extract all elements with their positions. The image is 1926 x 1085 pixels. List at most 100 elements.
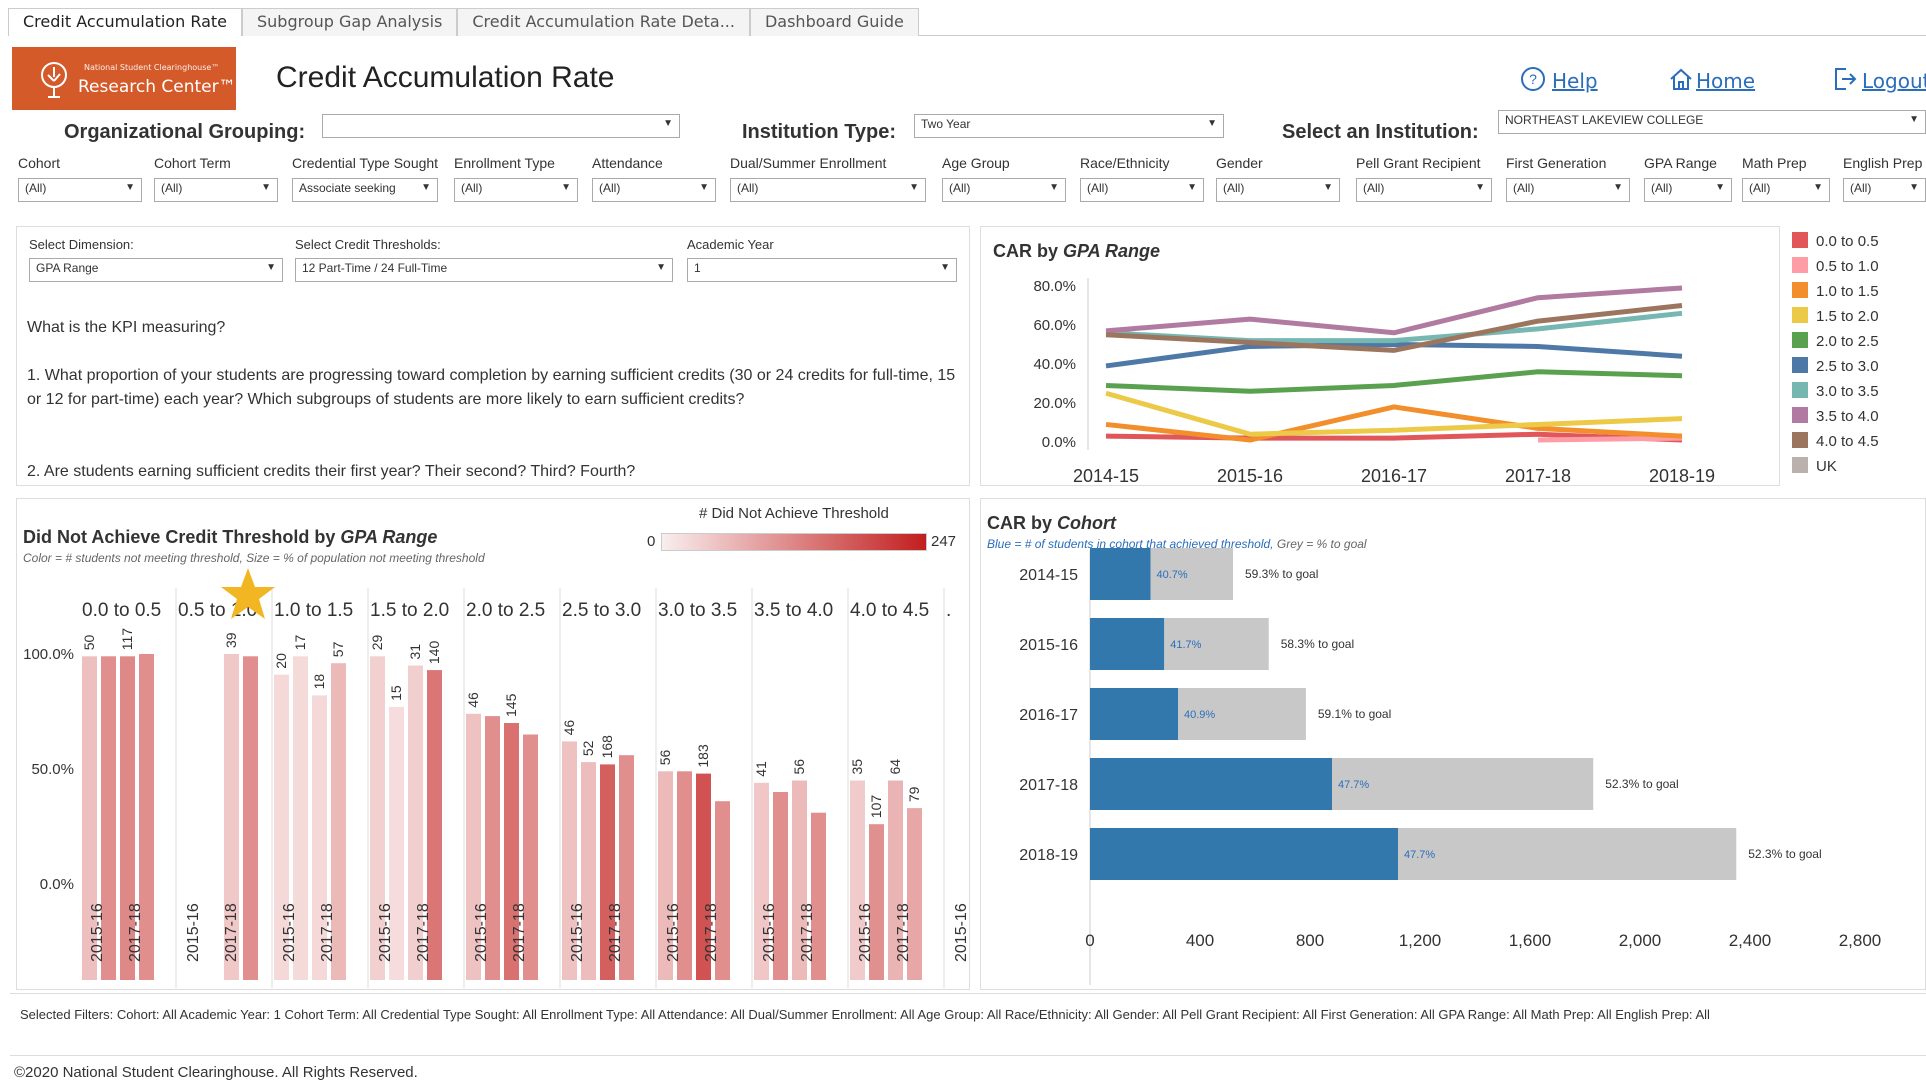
dimension-select[interactable]: GPA Range ▼ (29, 258, 283, 282)
legend-swatch (1792, 282, 1808, 298)
filter-label-12: Math Prep (1742, 155, 1807, 171)
achieved-bar[interactable] (1090, 688, 1178, 740)
filter-select-8[interactable]: (All) ▼ (1216, 178, 1340, 202)
filter-select-7[interactable]: (All) ▼ (1080, 178, 1204, 202)
svg-text:?: ? (1529, 71, 1537, 87)
filter-select-1[interactable]: (All) ▼ (154, 178, 278, 202)
y-tick-label: 50.0% (31, 761, 74, 778)
bar[interactable] (243, 656, 258, 980)
org-grouping-select[interactable]: ▼ (322, 114, 680, 138)
category-label: 2016-17 (1019, 707, 1078, 724)
legend-item[interactable]: 2.5 to 3.0 (1792, 357, 1879, 375)
goal-bar[interactable] (1398, 828, 1737, 880)
series-line[interactable] (1537, 435, 1683, 443)
bar-data-label: 64 (887, 759, 903, 775)
goal-label: 52.3% to goal (1605, 777, 1678, 791)
tab-credit-accumulation-rate[interactable]: Credit Accumulation Rate (8, 8, 242, 36)
achieved-bar[interactable] (1090, 828, 1398, 880)
legend-item[interactable]: UK (1792, 457, 1837, 475)
goal-label: 59.3% to goal (1245, 567, 1318, 581)
filter-select-6[interactable]: (All) ▼ (942, 178, 1066, 202)
legend-item[interactable]: 4.0 to 4.5 (1792, 432, 1879, 450)
bar-data-label: 145 (503, 693, 519, 717)
x-tick-label: 2015-16 (1217, 466, 1283, 486)
legend-item[interactable]: 1.5 to 2.0 (1792, 307, 1879, 325)
help-icon[interactable]: ? (1520, 66, 1546, 92)
group-header-label: 0.0 to 0.5 (82, 600, 161, 621)
x-tick-label: 1,600 (1509, 931, 1552, 950)
filter-select-10[interactable]: (All) ▼ (1506, 178, 1630, 202)
goal-bar[interactable] (1332, 758, 1594, 810)
filter-select-4[interactable]: (All) ▼ (592, 178, 716, 202)
group-header-label: . (946, 600, 951, 621)
x-tick-label: 2,400 (1729, 931, 1772, 950)
legend-item[interactable]: 0.0 to 0.5 (1792, 232, 1879, 250)
x-tick-label: 2017-18 (127, 903, 144, 962)
group-header-label: 2.0 to 2.5 (466, 600, 545, 621)
achieved-bar[interactable] (1090, 758, 1332, 810)
achieved-bar[interactable] (1090, 618, 1165, 670)
filter-label-6: Age Group (942, 155, 1010, 171)
legend-swatch (1792, 307, 1808, 323)
filter-label-13: English Prep (1843, 155, 1923, 171)
chevron-down-icon: ▼ (266, 262, 276, 273)
filter-label-11: GPA Range (1644, 155, 1717, 171)
logout-link[interactable]: Logout (1862, 69, 1926, 93)
x-tick-label: 2015-16 (953, 903, 970, 962)
help-link[interactable]: Help (1552, 69, 1598, 93)
logout-icon[interactable] (1832, 66, 1858, 92)
series-line[interactable] (1105, 390, 1683, 437)
institution-select[interactable]: NORTHEAST LAKEVIEW COLLEGE ▼ (1498, 110, 1926, 134)
threshold-select[interactable]: 12 Part-Time / 24 Full-Time ▼ (295, 258, 673, 282)
filter-label-1: Cohort Term (154, 155, 231, 171)
filter-select-2[interactable]: Associate seeking ▼ (292, 178, 438, 202)
series-line[interactable] (1105, 310, 1683, 344)
academic-year-select[interactable]: 1 ▼ (687, 258, 957, 282)
filter-select-12[interactable]: (All) ▼ (1742, 178, 1830, 202)
bar-data-label: 18 (311, 674, 327, 690)
institution-type-select[interactable]: Two Year ▼ (914, 114, 1224, 138)
x-tick-label: 2017-18 (223, 903, 240, 962)
filter-select-9[interactable]: (All) ▼ (1356, 178, 1492, 202)
chevron-down-icon: ▼ (1323, 182, 1333, 193)
institution-type-label: Institution Type: (742, 121, 897, 143)
filter-select-0[interactable]: (All) ▼ (18, 178, 142, 202)
category-label: 2017-18 (1019, 777, 1078, 794)
series-line[interactable] (1105, 285, 1683, 336)
org-grouping-label: Organizational Grouping: (64, 121, 306, 143)
legend-item[interactable]: 3.5 to 4.0 (1792, 407, 1879, 425)
selected-filters-text: Selected Filters: Cohort: All Academic Y… (20, 1007, 1710, 1022)
group-header-label: 4.0 to 4.5 (850, 600, 929, 621)
filter-select-3[interactable]: (All) ▼ (454, 178, 578, 202)
bar-data-label: 117 (119, 628, 135, 651)
tab-subgroup-gap-analysis[interactable]: Subgroup Gap Analysis (242, 8, 458, 36)
achieved-bar[interactable] (1090, 548, 1151, 600)
threshold-label: Select Credit Thresholds: (295, 237, 441, 252)
legend-swatch (1792, 432, 1808, 448)
series-line[interactable] (1105, 342, 1683, 369)
legend-item[interactable]: 2.0 to 2.5 (1792, 332, 1879, 350)
page-title: Credit Accumulation Rate (276, 61, 615, 94)
legend-label: 0.0 to 0.5 (1816, 233, 1879, 250)
x-tick-label: 2,800 (1839, 931, 1882, 950)
home-link[interactable]: Home (1696, 69, 1755, 93)
chevron-down-icon: ▼ (663, 118, 673, 129)
legend-item[interactable]: 1.0 to 1.5 (1792, 282, 1879, 300)
y-tick-label: 0.0% (1042, 434, 1076, 451)
filter-select-13[interactable]: (All) ▼ (1843, 178, 1926, 202)
series-line[interactable] (1105, 369, 1683, 394)
chevron-down-icon: ▼ (656, 262, 666, 273)
legend-item[interactable]: 0.5 to 1.0 (1792, 257, 1879, 275)
legend-item[interactable]: 3.0 to 3.5 (1792, 382, 1879, 400)
legend-label: 3.0 to 3.5 (1816, 383, 1879, 400)
home-icon[interactable] (1668, 66, 1694, 92)
legend-label: 3.5 to 4.0 (1816, 408, 1879, 425)
tab-car-details[interactable]: Credit Accumulation Rate Deta... (457, 8, 750, 36)
y-tick-label: 60.0% (1033, 317, 1076, 334)
tab-dashboard-guide[interactable]: Dashboard Guide (749, 8, 919, 36)
car-gpa-line-chart: 0.0% 20.0% 40.0% 60.0% 80.0% 2014-15 2015-16 20… (1033, 278, 1715, 486)
chevron-down-icon: ▼ (1049, 182, 1059, 193)
filter-select-5[interactable]: (All) ▼ (730, 178, 926, 202)
filter-select-11[interactable]: (All) ▼ (1644, 178, 1732, 202)
bar-data-label: 39 (223, 632, 239, 648)
